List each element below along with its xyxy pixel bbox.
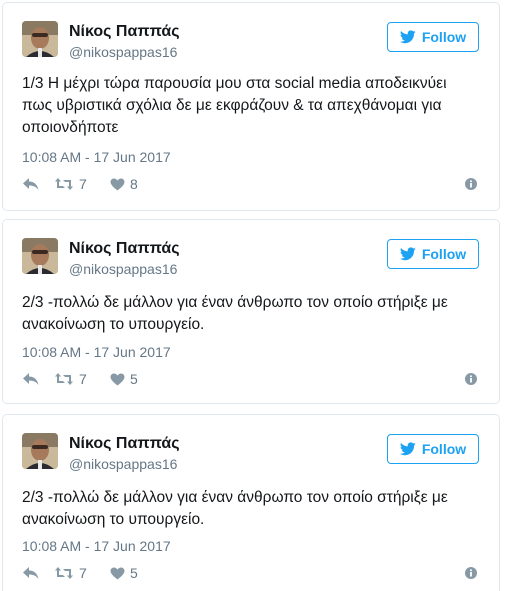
tweet-card[interactable]: Νίκος Παππάς @nikospappas16 Follow 2/3 -… bbox=[2, 414, 500, 591]
author-handle[interactable]: @nikospappas16 bbox=[69, 261, 177, 277]
retweet-count: 7 bbox=[79, 565, 87, 581]
retweet-icon bbox=[55, 373, 73, 385]
retweet-count: 7 bbox=[79, 176, 87, 192]
author-name[interactable]: Νίκος Παππάς bbox=[69, 435, 180, 453]
like-count: 5 bbox=[130, 371, 138, 387]
retweet-button[interactable]: 7 bbox=[54, 369, 87, 389]
info-icon bbox=[465, 567, 477, 579]
info-button[interactable] bbox=[465, 372, 477, 390]
heart-icon bbox=[110, 566, 125, 580]
tweet-actions: 7 5 bbox=[22, 369, 479, 389]
avatar-photo-icon bbox=[22, 433, 58, 469]
avatar-photo-icon bbox=[22, 238, 58, 274]
follow-label: Follow bbox=[421, 441, 467, 457]
reply-button[interactable] bbox=[22, 174, 40, 194]
author-name[interactable]: Νίκος Παππάς bbox=[69, 23, 180, 41]
info-icon bbox=[465, 178, 477, 190]
heart-icon bbox=[110, 372, 125, 386]
info-icon bbox=[465, 373, 477, 385]
author-name[interactable]: Νίκος Παππάς bbox=[69, 240, 180, 258]
tweet-actions: 7 8 bbox=[22, 174, 479, 194]
heart-icon bbox=[110, 177, 125, 191]
tweet-timestamp[interactable]: 10:08 AM - 17 Jun 2017 bbox=[22, 344, 171, 360]
retweet-button[interactable]: 7 bbox=[54, 563, 87, 583]
follow-button[interactable]: Follow bbox=[387, 239, 479, 269]
like-button[interactable]: 5 bbox=[110, 563, 138, 583]
retweet-count: 7 bbox=[79, 371, 87, 387]
follow-button[interactable]: Follow bbox=[387, 434, 479, 464]
tweet-text: 1/3 Η μέχρι τώρα παρουσία μου στα social… bbox=[22, 75, 447, 136]
reply-button[interactable] bbox=[22, 369, 40, 389]
follow-label: Follow bbox=[421, 29, 467, 45]
tweet-timestamp[interactable]: 10:08 AM - 17 Jun 2017 bbox=[22, 538, 171, 554]
reply-icon bbox=[23, 178, 39, 190]
info-button[interactable] bbox=[465, 177, 477, 195]
avatar[interactable] bbox=[22, 238, 58, 274]
author-handle[interactable]: @nikospappas16 bbox=[69, 456, 177, 472]
reply-icon bbox=[23, 373, 39, 385]
like-count: 5 bbox=[130, 565, 138, 581]
retweet-button[interactable]: 7 bbox=[54, 174, 87, 194]
follow-label: Follow bbox=[421, 246, 467, 262]
twitter-bird-icon bbox=[399, 442, 416, 456]
info-button[interactable] bbox=[465, 566, 477, 584]
retweet-icon bbox=[55, 567, 73, 579]
like-button[interactable]: 5 bbox=[110, 369, 138, 389]
avatar[interactable] bbox=[22, 21, 58, 57]
twitter-bird-icon bbox=[399, 30, 416, 44]
like-count: 8 bbox=[130, 176, 138, 192]
reply-button[interactable] bbox=[22, 563, 40, 583]
retweet-icon bbox=[55, 178, 73, 190]
tweet-text: 2/3 -πολλώ δε μάλλον για έναν άνθρωπο το… bbox=[22, 489, 448, 528]
reply-icon bbox=[23, 567, 39, 579]
twitter-bird-icon bbox=[399, 247, 416, 261]
tweet-timestamp[interactable]: 10:08 AM - 17 Jun 2017 bbox=[22, 149, 171, 165]
avatar-photo-icon bbox=[22, 21, 58, 57]
tweet-card[interactable]: Νίκος Παππάς @nikospappas16 Follow 1/3 Η… bbox=[2, 2, 500, 211]
tweet-actions: 7 5 bbox=[22, 563, 479, 583]
like-button[interactable]: 8 bbox=[110, 174, 138, 194]
avatar[interactable] bbox=[22, 433, 58, 469]
tweet-card[interactable]: Νίκος Παππάς @nikospappas16 Follow 2/3 -… bbox=[2, 219, 500, 404]
follow-button[interactable]: Follow bbox=[387, 22, 479, 52]
tweet-feed: Νίκος Παππάς @nikospappas16 Follow 1/3 Η… bbox=[0, 0, 514, 591]
author-handle[interactable]: @nikospappas16 bbox=[69, 44, 177, 60]
tweet-text: 2/3 -πολλώ δε μάλλον για έναν άνθρωπο το… bbox=[22, 294, 448, 333]
